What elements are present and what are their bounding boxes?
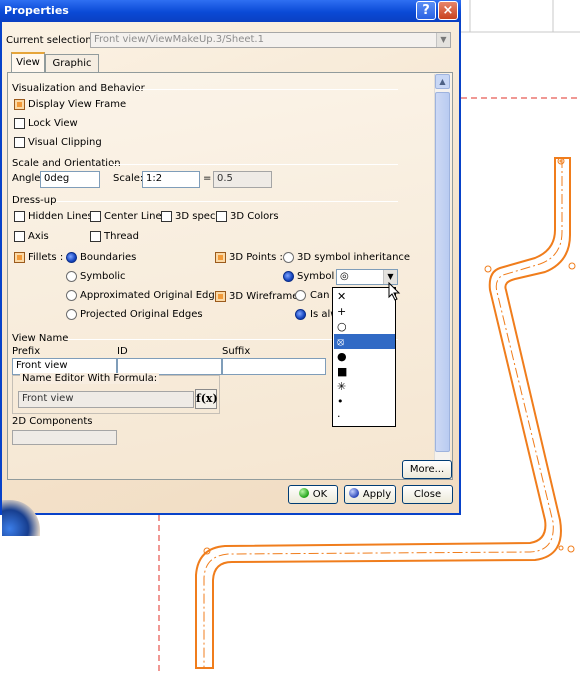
hidden-lines-checkbox[interactable] xyxy=(14,211,25,222)
dressup-separator xyxy=(56,201,398,202)
suffix-label: Suffix xyxy=(222,346,251,357)
fillet-projected-radio[interactable] xyxy=(66,309,77,320)
fillets-label: Fillets : xyxy=(28,252,64,263)
symbol-dropdown-list[interactable]: ✕ + ○ ⦻ ● ■ ✳ • · xyxy=(332,287,396,427)
3d-points-checkbox[interactable] xyxy=(215,252,226,263)
3d-wireframe-label: 3D Wireframe xyxy=(229,291,299,302)
symbol-combo-value: ◎ xyxy=(340,271,349,282)
formula-button[interactable]: f(x) xyxy=(195,389,218,409)
symbol-option-circled-cross[interactable]: ⦻ xyxy=(334,334,395,349)
visualization-separator xyxy=(136,89,398,90)
symbol-option-plus[interactable]: + xyxy=(334,304,395,319)
3d-points-label: 3D Points : xyxy=(229,252,283,263)
center-line-checkbox[interactable] xyxy=(90,211,101,222)
visualization-group-title: Visualization and Behavior xyxy=(12,83,145,94)
symbol-option-filled-circle[interactable]: ● xyxy=(334,349,395,364)
close-window-button[interactable]: × xyxy=(438,1,458,20)
display-view-frame-checkbox[interactable] xyxy=(14,99,25,110)
name-editor-title: Name Editor With Formula: xyxy=(20,373,160,384)
view-name-group-title: View Name xyxy=(12,333,69,344)
apply-button-label: Apply xyxy=(362,489,392,500)
symbol-option-dot[interactable]: • xyxy=(334,394,395,409)
angle-input[interactable]: 0deg xyxy=(40,171,100,188)
tab-view[interactable]: View xyxy=(11,52,45,73)
is-always-radio[interactable] xyxy=(295,309,306,320)
fillet-projected-label: Projected Original Edges xyxy=(80,309,203,320)
dialog-title: Properties xyxy=(4,4,69,17)
fillet-boundaries-label: Boundaries xyxy=(80,252,137,263)
scale-group-title: Scale and Orientation xyxy=(12,158,121,169)
title-bar[interactable]: Properties ? × xyxy=(0,0,461,22)
scroll-thumb[interactable] xyxy=(435,92,450,452)
properties-dialog: Properties ? × Current selection : Front… xyxy=(0,0,461,536)
can-be-radio[interactable] xyxy=(295,290,306,301)
fillet-approximated-radio[interactable] xyxy=(66,290,77,301)
close-button-label: Close xyxy=(413,489,442,500)
apply-button[interactable]: Apply xyxy=(344,485,396,504)
axis-checkbox[interactable] xyxy=(14,231,25,242)
id-label: ID xyxy=(117,346,128,357)
symbol-radio[interactable] xyxy=(283,271,294,282)
prefix-label: Prefix xyxy=(12,346,41,357)
3d-wireframe-checkbox[interactable] xyxy=(215,291,226,302)
3d-colors-label: 3D Colors xyxy=(230,211,279,222)
ok-button[interactable]: OK xyxy=(288,485,338,504)
symbol-option-circle[interactable]: ○ xyxy=(334,319,395,334)
dressup-group-title: Dress-up xyxy=(12,195,57,206)
more-button[interactable]: More... xyxy=(402,460,452,479)
apply-icon xyxy=(348,488,359,498)
center-line-label: Center Line xyxy=(104,211,162,222)
help-button[interactable]: ? xyxy=(416,1,436,20)
scale-label: Scale: xyxy=(113,173,144,184)
symbol-inheritance-label: 3D symbol inheritance xyxy=(297,252,411,263)
ok-icon xyxy=(298,488,309,498)
symbol-label: Symbol xyxy=(297,271,335,282)
equals-label: = xyxy=(203,173,212,184)
current-selection-combo[interactable]: Front view/ViewMakeUp.3/Sheet.1 ▼ xyxy=(90,32,451,48)
2d-components-field xyxy=(12,430,117,445)
mouse-cursor-icon xyxy=(388,282,401,301)
symbol-option-small-dot[interactable]: · xyxy=(334,409,395,424)
axis-label: Axis xyxy=(28,231,49,242)
dialog-client-area: Current selection : Front view/ViewMakeU… xyxy=(2,22,459,536)
symbol-inheritance-radio[interactable] xyxy=(283,252,294,263)
thread-checkbox[interactable] xyxy=(90,231,101,242)
current-selection-value: Front view/ViewMakeUp.3/Sheet.1 xyxy=(94,34,264,45)
tab-view-label: View xyxy=(16,57,40,68)
symbol-option-filled-square[interactable]: ■ xyxy=(334,364,395,379)
panel-scrollbar[interactable]: ▲ ▼ xyxy=(434,74,450,478)
tab-graphic-label: Graphic xyxy=(52,58,92,69)
visual-clipping-label: Visual Clipping xyxy=(28,137,102,148)
display-view-frame-label: Display View Frame xyxy=(28,99,127,110)
scale-input[interactable]: 1:2 xyxy=(142,171,200,188)
hidden-lines-label: Hidden Lines xyxy=(28,211,93,222)
scroll-up-icon[interactable]: ▲ xyxy=(435,74,450,89)
symbol-option-cross[interactable]: ✕ xyxy=(334,289,395,304)
close-button[interactable]: Close xyxy=(402,485,453,504)
current-selection-label: Current selection : xyxy=(6,35,99,46)
fillet-symbolic-radio[interactable] xyxy=(66,271,77,282)
lock-view-checkbox[interactable] xyxy=(14,118,25,129)
symbol-option-star[interactable]: ✳ xyxy=(334,379,395,394)
more-button-label: More... xyxy=(409,464,445,475)
chevron-down-icon[interactable]: ▼ xyxy=(436,33,450,47)
name-editor-field[interactable]: Front view xyxy=(18,391,194,408)
3d-colors-checkbox[interactable] xyxy=(216,211,227,222)
thread-label: Thread xyxy=(104,231,139,242)
fillets-checkbox[interactable] xyxy=(14,252,25,263)
visual-clipping-checkbox[interactable] xyxy=(14,137,25,148)
fillet-boundaries-radio[interactable] xyxy=(66,252,77,263)
fillet-symbolic-label: Symbolic xyxy=(80,271,126,282)
tab-graphic[interactable]: Graphic xyxy=(45,54,99,73)
app-logo-orb xyxy=(2,500,40,536)
3d-spec-checkbox[interactable] xyxy=(161,211,172,222)
lock-view-label: Lock View xyxy=(28,118,78,129)
scale-result-field: 0.5 xyxy=(213,171,272,188)
2d-components-title: 2D Components xyxy=(12,416,93,427)
3d-spec-label: 3D spec xyxy=(175,211,216,222)
ok-button-label: OK xyxy=(312,489,328,500)
scale-separator xyxy=(110,164,398,165)
suffix-input[interactable] xyxy=(222,358,326,375)
fillet-approximated-label: Approximated Original Edges xyxy=(80,290,227,301)
